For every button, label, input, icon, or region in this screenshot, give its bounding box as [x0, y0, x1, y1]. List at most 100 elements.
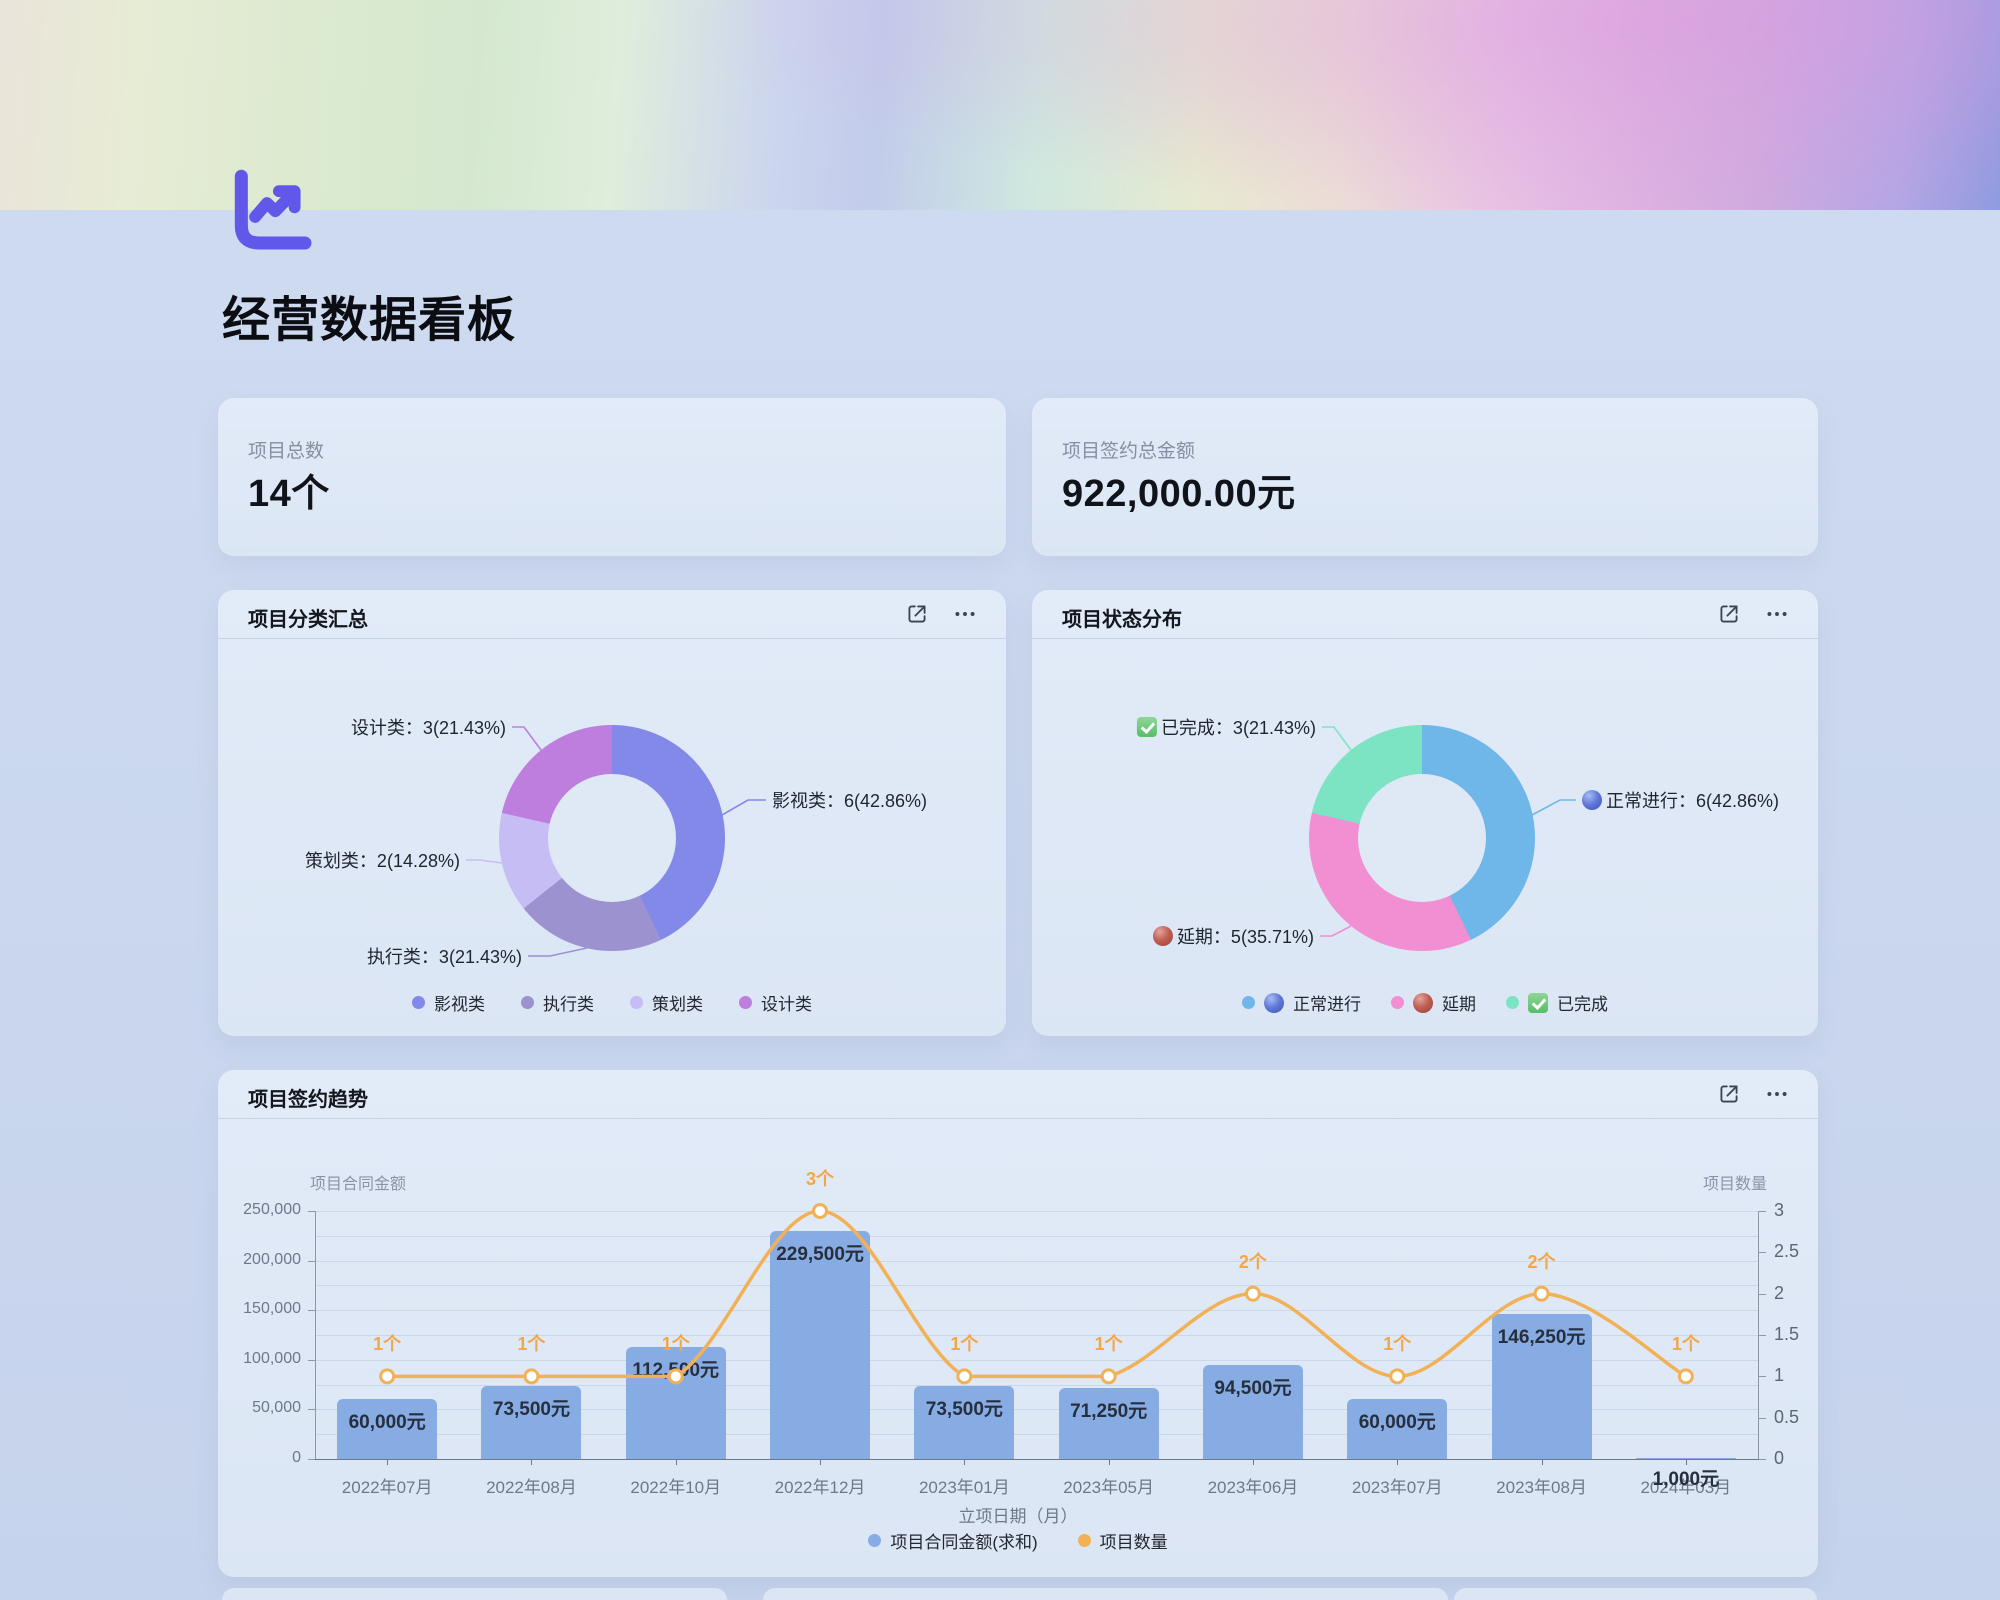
y-axis-tick	[308, 1261, 315, 1262]
x-axis-tick-label: 2022年08月	[456, 1473, 606, 1498]
line-point-label: 1个	[1357, 1330, 1437, 1356]
callout-label: 正常进行：6(42.86%)	[1582, 787, 1779, 813]
legend-dot	[412, 996, 425, 1009]
bar-value-label: 1,000元	[1611, 1464, 1761, 1491]
legend-item[interactable]: 影视类	[412, 990, 485, 1015]
legend-item[interactable]: 执行类	[521, 990, 594, 1015]
next-card-stub	[763, 1588, 1448, 1600]
legend-item[interactable]: 项目合同金额(求和)	[868, 1528, 1037, 1553]
line-marker	[381, 1370, 394, 1383]
callout-label: 已完成：3(21.43%)	[1137, 714, 1316, 740]
x-axis-tick	[820, 1459, 821, 1465]
right-axis-tick	[1758, 1335, 1766, 1336]
callout-label: 延期：5(35.71%)	[1153, 923, 1314, 949]
red-sphere-icon	[1153, 926, 1173, 946]
right-axis-tick	[1758, 1418, 1766, 1419]
stat-card-contract-total: 项目签约总金额 922,000.00元	[1032, 398, 1818, 556]
card-header: 项目状态分布	[1032, 590, 1818, 639]
y-axis-tick-label: 50,000	[252, 1399, 301, 1417]
legend-item[interactable]: 正常进行	[1242, 990, 1361, 1015]
trend-plot-area: 050,000100,000150,000200,000250,00000.51…	[315, 1211, 1758, 1459]
legend-dot	[1078, 1534, 1091, 1547]
line-point-label: 3个	[780, 1165, 860, 1191]
y-axis-tick	[308, 1459, 315, 1460]
y-axis-tick-label: 200,000	[243, 1251, 301, 1269]
right-axis-tick	[1758, 1211, 1766, 1212]
open-in-new-icon[interactable]	[1716, 1081, 1742, 1107]
line-marker	[1102, 1370, 1115, 1383]
x-axis-title: 立项日期（月）	[218, 1502, 1818, 1527]
card-header: 项目分类汇总	[218, 590, 1006, 639]
right-axis-title: 项目数量	[1703, 1170, 1767, 1194]
legend-item[interactable]: 延期	[1391, 990, 1476, 1015]
open-in-new-icon[interactable]	[1716, 601, 1742, 627]
line-marker	[1246, 1287, 1259, 1300]
line-point-label: 1个	[491, 1330, 571, 1356]
blue-sphere-icon	[1582, 790, 1602, 810]
x-axis-tick-label: 2023年05月	[1034, 1473, 1184, 1498]
card-title: 项目分类汇总	[248, 603, 368, 632]
card-project-status-pie: 项目状态分布 正常进行：6(42.86%) 延期：5(35.71%) 已完成：3…	[1032, 590, 1818, 1036]
more-options-icon[interactable]	[952, 601, 978, 627]
line-point-label: 1个	[924, 1330, 1004, 1356]
chart-trend-logo-icon	[222, 164, 322, 256]
legend-item[interactable]: 已完成	[1506, 990, 1608, 1015]
legend-item[interactable]: 项目数量	[1078, 1528, 1168, 1553]
x-axis-tick-label: 2023年07月	[1322, 1473, 1472, 1498]
stat-label: 项目签约总金额	[1062, 436, 1195, 463]
y-axis-tick	[308, 1360, 315, 1361]
stat-card-project-count: 项目总数 14个	[218, 398, 1006, 556]
card-signing-trend: 项目签约趋势 项目合同金额 项目数量 050,000100,000150,000…	[218, 1070, 1818, 1577]
x-axis-tick	[1397, 1459, 1398, 1465]
callout-label: 影视类：6(42.86%)	[772, 787, 927, 813]
y-axis-tick	[308, 1211, 315, 1212]
next-card-stub	[1454, 1588, 1817, 1600]
legend-dot	[1242, 996, 1255, 1009]
right-axis-tick-label: 3	[1774, 1200, 1784, 1221]
y-axis-tick-label: 100,000	[243, 1350, 301, 1368]
right-axis-tick-label: 0	[1774, 1448, 1784, 1469]
stat-value: 922,000.00元	[1062, 462, 1296, 517]
legend-item[interactable]: 设计类	[739, 990, 812, 1015]
y-axis-tick-label: 150,000	[243, 1300, 301, 1318]
line-marker	[814, 1205, 827, 1218]
y-axis-tick-label: 0	[292, 1449, 301, 1467]
right-axis-tick-label: 2	[1774, 1283, 1784, 1304]
right-axis-tick-label: 1.5	[1774, 1324, 1799, 1345]
line-point-label: 1个	[1069, 1330, 1149, 1356]
x-axis-tick	[964, 1459, 965, 1465]
legend-dot	[1391, 996, 1404, 1009]
line-point-label: 1个	[1646, 1330, 1726, 1356]
red-sphere-icon	[1413, 993, 1433, 1013]
stat-value: 14个	[248, 462, 330, 517]
legend-dot	[630, 996, 643, 1009]
page-title: 经营数据看板	[222, 280, 516, 350]
line-marker	[958, 1370, 971, 1383]
legend-item[interactable]: 策划类	[630, 990, 703, 1015]
x-axis-tick-label: 2023年08月	[1467, 1473, 1617, 1498]
donut-hole	[548, 774, 676, 902]
callout-label: 执行类：3(21.43%)	[367, 943, 522, 969]
open-in-new-icon[interactable]	[904, 601, 930, 627]
card-header: 项目签约趋势	[218, 1070, 1818, 1119]
callout-label: 设计类：3(21.43%)	[351, 714, 506, 740]
legend-dot	[739, 996, 752, 1009]
card-title: 项目状态分布	[1062, 603, 1182, 632]
legend-dot	[1506, 996, 1519, 1009]
line-point-label: 1个	[347, 1330, 427, 1356]
trend-legend: 项目合同金额(求和) 项目数量	[218, 1528, 1818, 1553]
pie-legend: 正常进行 延期 已完成	[1032, 990, 1818, 1015]
x-axis-tick-label: 2023年06月	[1178, 1473, 1328, 1498]
line-marker	[1535, 1287, 1548, 1300]
x-axis-tick	[1542, 1459, 1543, 1465]
right-axis-tick	[1758, 1376, 1766, 1377]
left-axis-title: 项目合同金额	[310, 1170, 406, 1194]
more-options-icon[interactable]	[1764, 1081, 1790, 1107]
line-point-label: 2个	[1213, 1248, 1293, 1274]
x-axis-tick	[531, 1459, 532, 1465]
stat-label: 项目总数	[248, 436, 324, 463]
line-point-label: 1个	[636, 1330, 716, 1356]
donut-hole	[1358, 774, 1486, 902]
check-icon	[1137, 717, 1157, 737]
more-options-icon[interactable]	[1764, 601, 1790, 627]
